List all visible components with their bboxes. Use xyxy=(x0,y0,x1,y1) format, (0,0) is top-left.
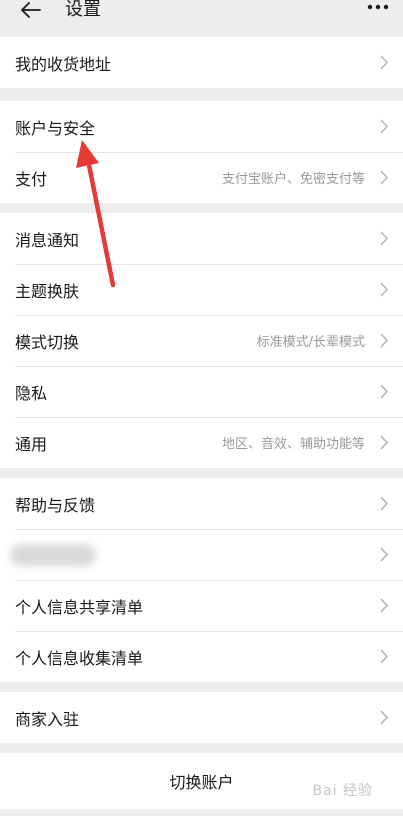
top-bar: 设置 xyxy=(0,0,403,37)
row-shipping-address[interactable]: 我的收货地址 xyxy=(0,37,403,88)
settings-group-address: 我的收货地址 xyxy=(0,37,403,88)
row-value: 地区、音效、辅助功能等 xyxy=(221,437,365,452)
chevron-right-icon xyxy=(380,119,389,134)
chevron-right-icon xyxy=(380,710,389,725)
settings-group-general: 消息通知 主题换肤 模式切换 标准模式/长辈模式 隐私 通用 地区、音效、辅助功… xyxy=(0,213,403,468)
row-value: 标准模式/长辈模式 xyxy=(256,335,365,350)
row-label: 主题换肤 xyxy=(15,281,80,301)
group-separator xyxy=(0,88,403,101)
row-label: 隐私 xyxy=(15,383,48,403)
back-arrow-icon[interactable] xyxy=(20,0,42,22)
row-label: 通用 xyxy=(15,434,48,454)
row-merchant-join[interactable]: 商家入驻 xyxy=(0,692,403,743)
more-dots-icon[interactable] xyxy=(367,2,389,12)
row-general[interactable]: 通用 地区、音效、辅助功能等 xyxy=(0,417,403,468)
chevron-right-icon xyxy=(380,231,389,246)
row-label: 我的收货地址 xyxy=(15,54,112,74)
page-title: 设置 xyxy=(65,0,101,20)
row-help-feedback[interactable]: 帮助与反馈 xyxy=(0,478,403,529)
chevron-right-icon xyxy=(380,496,389,511)
settings-group-merchant: 商家入驻 xyxy=(0,692,403,743)
row-label: 模式切换 xyxy=(15,332,80,352)
row-label: 商家入驻 xyxy=(15,709,80,729)
row-label: 帮助与反馈 xyxy=(15,495,96,515)
row-theme[interactable]: 主题换肤 xyxy=(0,264,403,315)
chevron-right-icon xyxy=(380,170,389,185)
row-payment[interactable]: 支付 支付宝账户、免密支付等 xyxy=(0,152,403,203)
chevron-right-icon xyxy=(380,435,389,450)
group-separator xyxy=(0,203,403,213)
row-label: 账户与安全 xyxy=(15,118,96,138)
row-blurred[interactable] xyxy=(0,529,403,580)
watermark-logo: Bai 经验 xyxy=(312,783,373,799)
row-info-sharing-list[interactable]: 个人信息共享清单 xyxy=(0,580,403,631)
chevron-right-icon xyxy=(380,282,389,297)
chevron-right-icon xyxy=(380,55,389,70)
row-value: 支付宝账户、免密支付等 xyxy=(221,172,365,187)
settings-group-help: 帮助与反馈 个人信息共享清单 个人信息收集清单 xyxy=(0,478,403,682)
group-separator xyxy=(0,682,403,692)
settings-group-account: 账户与安全 支付 支付宝账户、免密支付等 xyxy=(0,101,403,203)
chevron-right-icon xyxy=(380,547,389,562)
row-notifications[interactable]: 消息通知 xyxy=(0,213,403,264)
row-label: 个人信息共享清单 xyxy=(15,597,144,617)
chevron-right-icon xyxy=(380,384,389,399)
group-separator xyxy=(0,468,403,478)
switch-account-label: 切换账户 xyxy=(169,773,234,792)
row-privacy[interactable]: 隐私 xyxy=(0,366,403,417)
group-separator xyxy=(0,743,403,753)
row-label: 支付 xyxy=(15,169,48,189)
row-label: 个人信息收集清单 xyxy=(15,648,144,668)
row-mode-switch[interactable]: 模式切换 标准模式/长辈模式 xyxy=(0,315,403,366)
row-account-security[interactable]: 账户与安全 xyxy=(0,101,403,152)
chevron-right-icon xyxy=(380,598,389,613)
chevron-right-icon xyxy=(380,649,389,664)
blurred-label xyxy=(10,543,96,566)
row-label: 消息通知 xyxy=(15,230,80,250)
row-info-collection-list[interactable]: 个人信息收集清单 xyxy=(0,631,403,682)
chevron-right-icon xyxy=(380,333,389,348)
